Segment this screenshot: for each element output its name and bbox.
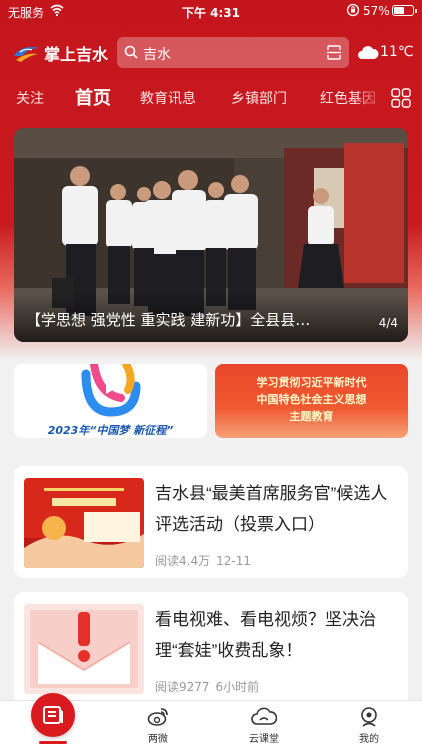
promo-tile-china-dream[interactable]: 2023年“中国梦 新征程” [14, 364, 207, 438]
promo-right-line-2: 中国特色社会主义思想 [256, 393, 367, 406]
home-news-icon [43, 706, 63, 724]
app-logo-text: 掌上吉水 [44, 47, 109, 64]
article-meta: 阅读4.4万 12-11 [155, 552, 251, 569]
article-meta: 阅读9277 6小时前 [155, 678, 259, 695]
bottom-tab-bar: 两微 云课堂 我的 [0, 693, 422, 750]
tab-two-micro[interactable]: 两微 [128, 706, 188, 745]
rotation-lock-icon [346, 3, 360, 17]
weibo-icon [147, 708, 168, 726]
tab-home-indicator [39, 741, 67, 744]
tab-mine[interactable]: 我的 [339, 706, 399, 745]
article-reads: 阅读4.4万 [155, 554, 211, 568]
app-header: 掌上吉水 吉水 11℃ [0, 34, 422, 70]
tab-home[interactable]: 首页 [75, 84, 111, 110]
cloud-icon [358, 46, 379, 59]
tab-cloud-class-label: 云课堂 [249, 734, 279, 745]
tab-mine-label: 我的 [359, 734, 379, 745]
article-card[interactable]: 看电视难、看电视烦？坚决治理“套娃”收费乱象！ 阅读9277 6小时前 [14, 592, 408, 712]
battery-percent: 57% [363, 4, 390, 18]
banner-caption[interactable]: 【学思想 强党性 重实践 建新功】全县县… [26, 309, 366, 330]
tab-cloud-class[interactable]: 云课堂 [234, 706, 294, 745]
scan-icon[interactable] [327, 45, 341, 60]
search-icon [124, 45, 138, 59]
search-input[interactable]: 吉水 [143, 44, 171, 64]
search-bar[interactable]: 吉水 [117, 37, 349, 68]
news-banner[interactable]: 【学思想 强党性 重实践 建新功】全县县… 4/4 [14, 128, 408, 342]
category-tabs: 关注 首页 教育讯息 乡镇部门 红色基因 [0, 84, 422, 112]
weather-temperature: 11℃ [380, 44, 414, 60]
tab-follow[interactable]: 关注 [16, 88, 44, 108]
status-bar: 无服务 下午 4:31 57% [0, 0, 422, 22]
video-logo-icon [81, 364, 141, 417]
promo-left-text: 2023年“中国梦 新征程” [47, 424, 174, 437]
article-time: 6小时前 [215, 680, 260, 694]
profile-icon [361, 707, 377, 727]
promo-right-line-3: 主题教育 [289, 410, 334, 423]
banner-page-indicator: 4/4 [378, 316, 398, 330]
grid-menu-icon[interactable] [391, 88, 411, 108]
article-title: 吉水县“最美首席服务官”候选人评选活动（投票入口） [155, 484, 388, 534]
article-thumbnail [24, 478, 144, 568]
tabs-fade [355, 84, 385, 112]
article-thumbnail [24, 604, 144, 694]
tab-home-button[interactable] [31, 693, 75, 737]
tab-two-micro-label: 两微 [148, 734, 168, 745]
article-title: 看电视难、看电视烦？坚决治理“套娃”收费乱象！ [155, 610, 376, 660]
article-reads: 阅读9277 [155, 680, 210, 694]
article-card[interactable]: 吉水县“最美首席服务官”候选人评选活动（投票入口） 阅读4.4万 12-11 [14, 466, 408, 578]
logo-icon [14, 47, 40, 62]
tab-education[interactable]: 教育讯息 [140, 88, 196, 108]
article-time: 12-11 [216, 554, 251, 568]
cloud-class-icon [251, 707, 277, 725]
promo-tile-theme-education[interactable]: 学习贯彻习近平新时代 中国特色社会主义思想 主题教育 [215, 364, 408, 438]
battery-icon [392, 5, 417, 16]
tab-towns[interactable]: 乡镇部门 [231, 88, 287, 108]
promo-right-line-1: 学习贯彻习近平新时代 [256, 376, 367, 389]
